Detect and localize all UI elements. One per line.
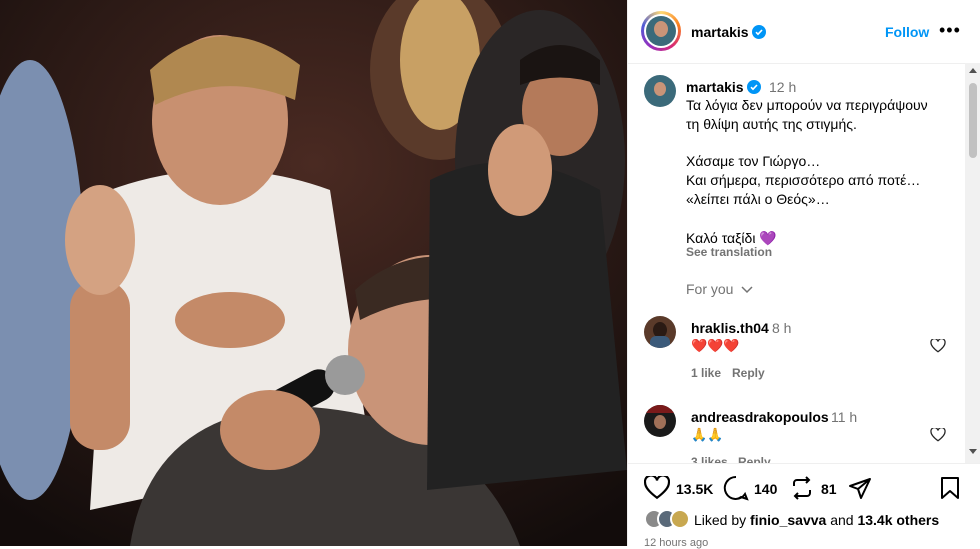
share-paper-plane-icon[interactable] — [848, 476, 872, 500]
comment-like-heart-icon[interactable] — [930, 428, 946, 442]
commenter-avatar[interactable] — [644, 316, 676, 348]
comment-like-count[interactable]: 1 like — [691, 366, 721, 380]
comment-bubble-icon[interactable] — [723, 475, 749, 501]
save-bookmark-icon[interactable] — [940, 476, 960, 500]
post-photo[interactable] — [0, 0, 627, 546]
post-timestamp[interactable]: 12 hours ago — [644, 537, 708, 549]
caption-line: Χάσαμε τον Γιώργο… — [686, 153, 821, 169]
concert-photo-illustration — [0, 0, 627, 546]
author-avatar[interactable] — [641, 11, 681, 51]
comment-username[interactable]: hraklis.th04 — [691, 320, 769, 336]
comment-text: ❤️❤️❤️ — [691, 338, 740, 353]
post-actions: 13.5K 140 81 Liked by finio_savva and 13… — [628, 463, 980, 549]
comment-time: 8 h — [772, 320, 792, 336]
comment-like-heart-icon[interactable] — [930, 339, 946, 353]
caption-line: «λείπει πάλι ο Θεός»… — [686, 191, 830, 207]
caption-avatar[interactable] — [644, 75, 676, 107]
see-translation-link[interactable]: See translation — [686, 245, 772, 259]
more-options-icon[interactable]: ••• — [939, 20, 961, 41]
author-username[interactable]: martakis — [691, 24, 749, 40]
liked-by-prefix: Liked by — [694, 512, 747, 528]
follow-button[interactable]: Follow — [885, 24, 929, 40]
liked-by-others[interactable]: 13.4k others — [857, 512, 939, 528]
liker-avatar[interactable] — [670, 509, 690, 529]
liked-by-user[interactable]: finio_savva — [750, 512, 826, 528]
repost-count[interactable]: 81 — [821, 481, 837, 497]
comment-time: 11 h — [831, 409, 858, 425]
caption-line: Τα λόγια δεν μπορούν να περιγράψουν — [686, 97, 928, 113]
like-heart-icon[interactable] — [644, 476, 670, 500]
commenter-avatar[interactable] — [644, 405, 676, 437]
caption-time: 12 h — [769, 79, 797, 95]
comments-scrollbar[interactable] — [965, 63, 980, 463]
for-you-label: For you — [686, 281, 734, 297]
like-count[interactable]: 13.5K — [676, 481, 713, 497]
chevron-down-icon — [741, 286, 753, 294]
comment-like-count[interactable]: 3 likes — [691, 455, 728, 463]
post-side-panel: martakis Follow ••• martakis 12 h Τα λόγ… — [627, 0, 980, 549]
verified-badge-icon — [747, 80, 761, 94]
scroll-up-arrow-icon[interactable] — [969, 68, 977, 73]
comments-scroll-area[interactable]: martakis 12 h Τα λόγια δεν μπορούν να πε… — [628, 63, 980, 463]
scroll-down-arrow-icon[interactable] — [969, 449, 977, 454]
comment-username[interactable]: andreasdrakopoulos — [691, 409, 829, 425]
for-you-dropdown[interactable]: For you — [686, 281, 753, 297]
comment-text: 🙏🙏 — [691, 427, 724, 442]
liked-by-text: Liked by finio_savva and 13.4k others — [694, 512, 939, 528]
caption-line: Και σήμερα, περισσότερο από ποτέ… — [686, 172, 921, 188]
caption-username[interactable]: martakis — [686, 79, 744, 95]
comment-reply-button[interactable]: Reply — [738, 455, 771, 463]
comment-reply-button[interactable]: Reply — [732, 366, 765, 380]
caption-line: τη θλίψη αυτής της στιγμής. — [686, 116, 857, 132]
verified-badge-icon — [752, 25, 766, 39]
scrollbar-thumb[interactable] — [969, 83, 977, 158]
post-header: martakis Follow ••• — [628, 0, 980, 64]
liked-by-and: and — [830, 512, 854, 528]
repost-icon[interactable] — [790, 476, 814, 500]
comment-count[interactable]: 140 — [754, 481, 777, 497]
